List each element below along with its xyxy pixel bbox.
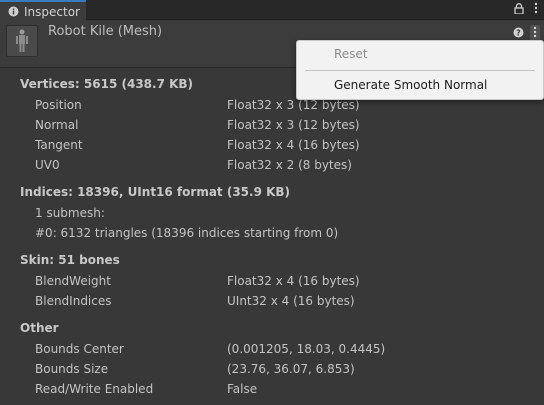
help-icon[interactable]: ?: [513, 27, 524, 41]
menu-item-generate-smooth-normal[interactable]: Generate Smooth Normal: [334, 78, 487, 92]
attr-name: BlendIndices: [35, 294, 112, 308]
indices-heading: Indices: 18396, UInt16 format (35.9 KB): [20, 185, 291, 199]
vertex-attr-row: Normal Float32 x 3 (12 bytes): [35, 115, 515, 135]
attr-format: Float32 x 2 (8 bytes): [227, 158, 352, 172]
other-row: Bounds Center (0.001205, 18.03, 0.4445): [35, 339, 515, 359]
prop-value: (23.76, 36.07, 6.853): [227, 362, 355, 376]
attr-format: Float32 x 4 (16 bytes): [227, 138, 360, 152]
vertex-attr-row: UV0 Float32 x 2 (8 bytes): [35, 155, 515, 175]
tab-title: Inspector: [24, 4, 80, 19]
tab-inspector[interactable]: Inspector: [0, 0, 86, 21]
svg-text:?: ?: [516, 28, 521, 37]
vertex-attr-row: Tangent Float32 x 4 (16 bytes): [35, 135, 515, 155]
menu-item-reset[interactable]: Reset: [334, 47, 368, 61]
submesh-count: 1 submesh:: [35, 206, 105, 220]
skin-attr-row: BlendIndices UInt32 x 4 (16 bytes): [35, 291, 515, 311]
attr-name: UV0: [35, 158, 60, 172]
lock-icon[interactable]: [514, 2, 524, 14]
prop-name: Bounds Size: [35, 362, 109, 376]
skin-heading: Skin: 51 bones: [20, 253, 120, 267]
submesh-detail: #0: 6132 triangles (18396 indices starti…: [35, 226, 339, 240]
other-heading: Other: [20, 321, 59, 335]
vertices-heading: Vertices: 5615 (438.7 KB): [20, 77, 194, 91]
kebab-menu-icon[interactable]: [534, 2, 538, 14]
mesh-thumbnail: [6, 25, 38, 57]
info-icon: [8, 6, 19, 17]
menu-separator: [305, 70, 535, 71]
prop-value: (0.001205, 18.03, 0.4445): [227, 342, 386, 356]
skin-attr-row: BlendWeight Float32 x 4 (16 bytes): [35, 271, 515, 291]
attr-name: Position: [35, 98, 82, 112]
asset-title: Robot Kile (Mesh): [48, 24, 163, 39]
mesh-preview-icon: [16, 29, 28, 52]
other-row: Bounds Size (23.76, 36.07, 6.853): [35, 359, 515, 379]
attr-format: UInt32 x 4 (16 bytes): [227, 294, 355, 308]
attr-name: Normal: [35, 118, 79, 132]
context-menu: Reset Generate Smooth Normal: [296, 40, 544, 100]
attr-format: Float32 x 4 (16 bytes): [227, 274, 360, 288]
prop-name: Read/Write Enabled: [35, 382, 154, 396]
attr-format: Float32 x 3 (12 bytes): [227, 118, 360, 132]
tab-bar: Inspector: [0, 0, 544, 21]
other-row: Read/Write Enabled False: [35, 379, 515, 399]
prop-name: Bounds Center: [35, 342, 124, 356]
attr-name: BlendWeight: [35, 274, 111, 288]
attr-name: Tangent: [35, 138, 83, 152]
prop-value: False: [227, 382, 258, 396]
mesh-info-panel: Vertices: 5615 (438.7 KB) Position Float…: [0, 68, 544, 405]
